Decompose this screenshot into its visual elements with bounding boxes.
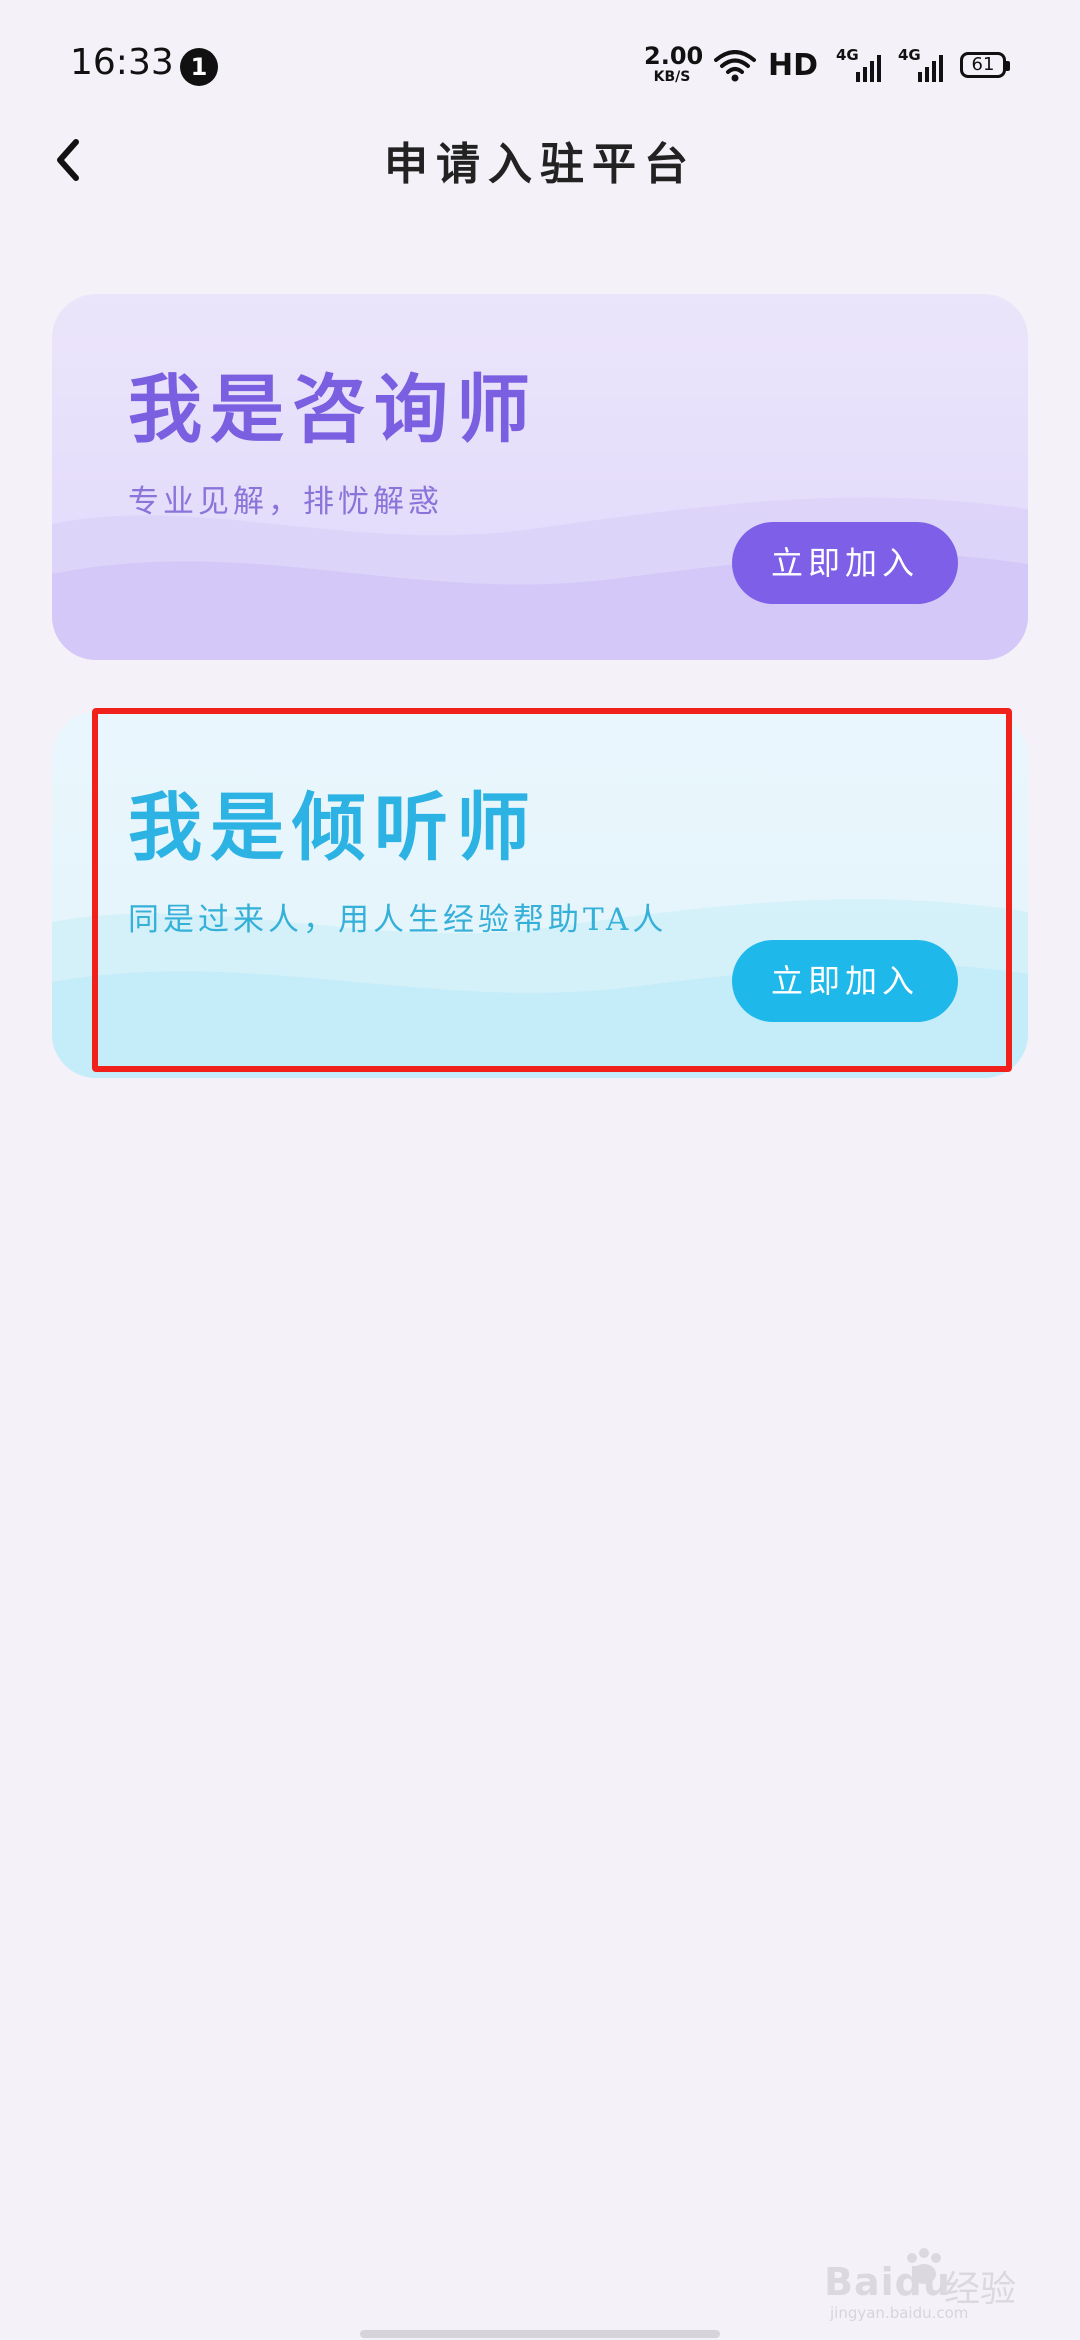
battery-icon: 61 [960,52,1010,78]
status-time: 16:33 [70,42,174,83]
baidu-watermark: Baidu 经验 jingyan.baidu.com [822,2246,1022,2322]
card-subtitle: 同是过来人，用人生经验帮助TA人 [128,902,668,938]
join-button[interactable]: 立即加入 [732,940,958,1022]
status-bar: 16:33 1 2.00 KB/S HD 4G 4G 61 [0,0,1080,130]
network-speed-value: 2.00 [644,42,704,70]
chevron-left-icon[interactable] [40,130,100,190]
card-title: 我是倾听师 [128,785,538,871]
listener-card[interactable]: 我是倾听师 同是过来人，用人生经验帮助TA人 立即加入 [52,712,1028,1078]
join-button[interactable]: 立即加入 [732,522,958,604]
network-speed: 2.00 KB/S [644,42,704,85]
watermark-url: jingyan.baidu.com [830,2304,969,2322]
home-indicator[interactable] [360,2330,720,2338]
card-title: 我是咨询师 [128,367,538,453]
watermark-brand: Baidu [824,2260,951,2304]
card-subtitle: 专业见解，排忧解惑 [128,484,443,520]
wifi-icon [714,50,756,82]
counselor-card[interactable]: 我是咨询师 专业见解，排忧解惑 立即加入 [52,294,1028,660]
page-title: 申请入驻平台 [384,139,696,190]
notification-badge: 1 [180,48,218,86]
network-speed-unit: KB/S [653,69,691,85]
hd-icon: HD [768,48,819,83]
